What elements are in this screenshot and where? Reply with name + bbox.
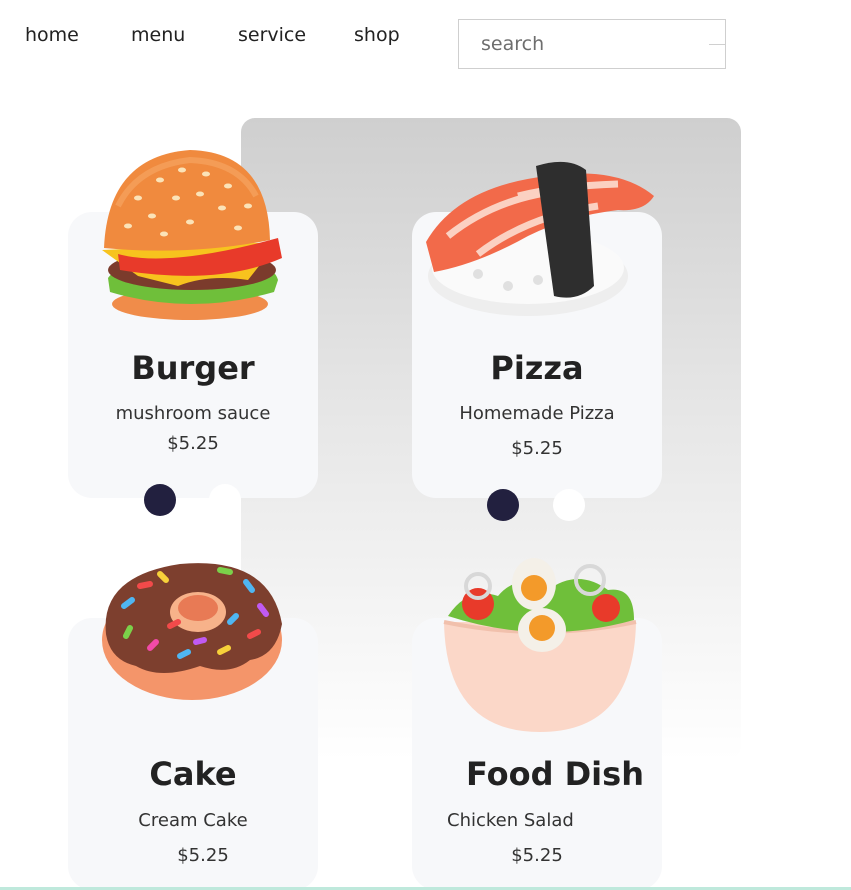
product-price: $5.25 <box>167 433 219 454</box>
search-input[interactable] <box>459 20 725 68</box>
product-title: Food Dish <box>466 755 644 793</box>
product-title: Burger <box>131 349 255 387</box>
salad-bowl-icon <box>443 558 637 732</box>
carousel-dot-active[interactable] <box>487 489 519 521</box>
donut-icon <box>102 563 283 700</box>
product-description: mushroom sauce <box>115 403 271 424</box>
product-card-food-dish[interactable]: Food Dish Chicken Salad $5.25 <box>412 558 662 890</box>
product-title: Cake <box>149 755 237 793</box>
nav-shop-link[interactable]: shop <box>354 24 400 46</box>
product-price: $5.25 <box>511 438 563 459</box>
search-divider <box>709 44 725 45</box>
product-price: $5.25 <box>177 845 229 866</box>
product-card-cake[interactable]: Cake Cream Cake $5.25 <box>68 563 318 890</box>
product-description: Homemade Pizza <box>459 403 615 424</box>
product-description: Chicken Salad <box>447 810 574 831</box>
product-price: $5.25 <box>511 845 563 866</box>
carousel-dot[interactable] <box>209 484 241 516</box>
product-card-pizza[interactable]: Pizza Homemade Pizza $5.25 <box>412 161 662 498</box>
top-nav: home menu service shop <box>0 0 851 90</box>
carousel-dot-active[interactable] <box>144 484 176 516</box>
nav-service-link[interactable]: service <box>238 24 306 46</box>
product-description: Cream Cake <box>138 810 248 831</box>
carousel-dot[interactable] <box>553 489 585 521</box>
product-title: Pizza <box>490 349 584 387</box>
nav-home-link[interactable]: home <box>25 24 79 46</box>
nav-menu-link[interactable]: menu <box>131 24 185 46</box>
burger-icon <box>102 150 282 320</box>
search-box <box>458 19 726 69</box>
sushi-icon <box>426 161 654 316</box>
product-card-burger[interactable]: Burger mushroom sauce $5.25 <box>68 150 318 498</box>
